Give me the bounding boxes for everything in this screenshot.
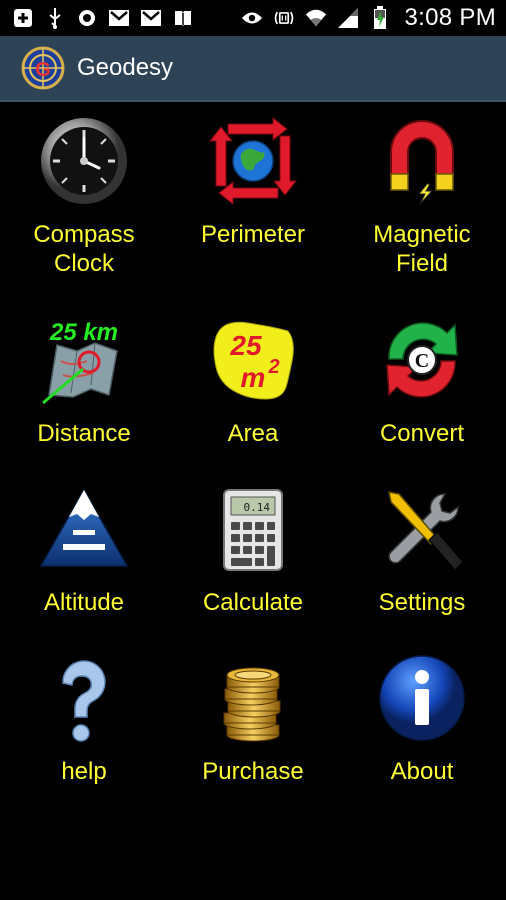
menu-item-convert[interactable]: C Convert — [338, 301, 506, 470]
gmail-icon — [108, 7, 130, 29]
nfc-icon — [273, 7, 295, 29]
status-time: 3:08 PM — [404, 4, 496, 31]
menu-item-perimeter[interactable]: Perimeter — [169, 102, 337, 271]
compass-clock-icon — [39, 116, 129, 206]
magnet-icon — [377, 116, 467, 206]
menu-item-help[interactable]: help — [0, 639, 168, 808]
menu-item-label: Magnetic Field — [373, 221, 471, 277]
book-icon — [172, 7, 194, 29]
svg-text:G: G — [35, 59, 51, 81]
app-title: Geodesy — [77, 54, 174, 81]
menu-item-purchase[interactable]: Purchase — [169, 639, 337, 808]
add-icon — [12, 7, 34, 29]
menu-item-magnetic-field[interactable]: Magnetic Field — [338, 102, 506, 277]
menu-item-label: Convert — [379, 420, 465, 447]
distance-map-icon: 25 km — [39, 315, 129, 405]
menu-item-area[interactable]: 25 m 2 Area — [169, 301, 337, 470]
menu-item-label: Calculate — [202, 589, 304, 616]
signal-icon — [337, 7, 359, 29]
menu-item-compass-clock[interactable]: Compass Clock — [0, 102, 168, 277]
calculator-icon: 0.14 — [208, 484, 298, 574]
menu-item-label: Altitude — [43, 589, 125, 616]
convert-badge: C — [415, 350, 429, 372]
wifi-icon — [305, 7, 327, 29]
eye-icon — [241, 7, 263, 29]
menu-item-label: Purchase — [202, 758, 304, 785]
menu-item-about[interactable]: About — [338, 639, 506, 808]
menu-item-label: help — [61, 758, 107, 785]
menu-item-altitude[interactable]: Altitude — [0, 470, 168, 639]
record-icon — [76, 7, 98, 29]
menu-item-label: Distance — [37, 420, 131, 447]
menu-item-distance[interactable]: 25 km Distance — [0, 301, 168, 470]
menu-item-label: Perimeter — [200, 221, 306, 248]
menu-item-label: Area — [227, 420, 279, 447]
gmail-icon — [140, 7, 162, 29]
menu-item-calculate[interactable]: 0.14 Calculate — [169, 470, 337, 639]
action-bar: G Geodesy — [0, 36, 506, 102]
question-mark-icon — [39, 653, 129, 743]
mountain-icon — [39, 484, 129, 574]
calculator-display: 0.14 — [244, 501, 271, 514]
menu-item-label: About — [390, 758, 454, 785]
distance-badge: 25 km — [49, 319, 118, 346]
tools-icon — [377, 484, 467, 574]
menu-item-settings[interactable]: Settings — [338, 470, 506, 639]
gold-coins-icon — [208, 653, 298, 743]
menu-item-label: Compass Clock — [33, 221, 135, 277]
status-bar: 3:08 PM — [0, 0, 506, 36]
area-badge-unit: m — [241, 362, 266, 393]
geodesy-globe-icon[interactable]: G — [21, 46, 65, 90]
area-badge: 25 — [229, 330, 262, 361]
area-blob-icon: 25 m 2 — [208, 315, 298, 405]
area-badge-exponent: 2 — [267, 356, 279, 378]
usb-icon — [44, 7, 66, 29]
perimeter-icon — [208, 116, 298, 206]
menu-item-label: Settings — [378, 589, 466, 616]
battery-charging-icon — [369, 6, 391, 29]
convert-arrows-icon: C — [377, 315, 467, 405]
info-icon — [377, 653, 467, 743]
